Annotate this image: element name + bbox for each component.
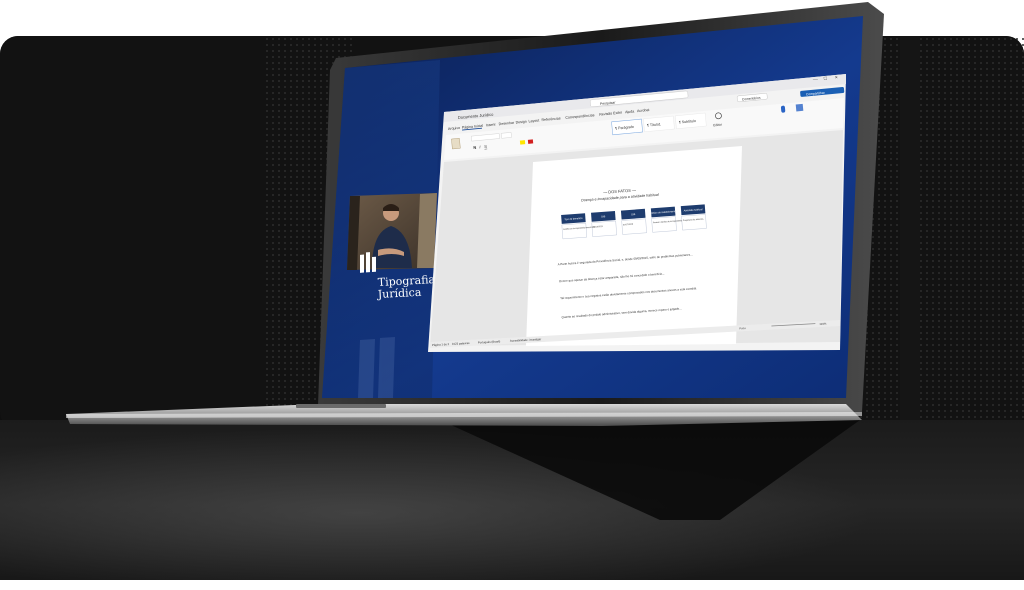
zoom-level[interactable]: 110%: [819, 322, 827, 326]
status-focus[interactable]: Foco: [739, 326, 746, 330]
bold-icon[interactable]: N: [473, 145, 476, 150]
highlight-color-icon[interactable]: [519, 140, 526, 145]
document-page: [526, 146, 742, 346]
maximize-icon[interactable]: □: [824, 76, 828, 82]
paste-icon[interactable]: [451, 138, 461, 150]
brand-name-line2: Jurídica: [376, 286, 422, 301]
editor-icon[interactable]: [795, 103, 804, 112]
table-header-text: DIB: [601, 215, 606, 218]
laptop-notch: [296, 404, 386, 408]
font-size-dropdown[interactable]: [500, 132, 512, 139]
laptop-scene: Tipografia Jurídica Documento Jurídico P…: [0, 2, 1024, 590]
font-color-icon[interactable]: [527, 139, 534, 144]
table-header-text: DIB: [631, 213, 636, 216]
word-window: Documento Jurídico Pesquisar — □ × Arqui…: [428, 74, 846, 352]
minimize-icon[interactable]: —: [813, 77, 819, 83]
